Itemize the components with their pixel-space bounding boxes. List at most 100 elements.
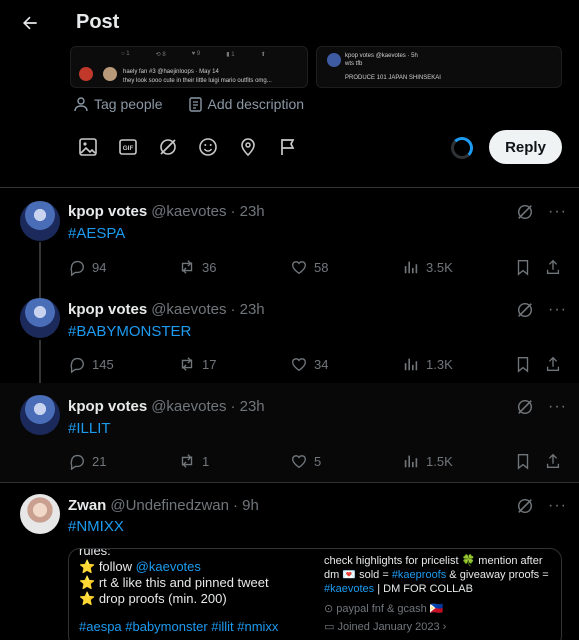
tag-people-button[interactable]: Tag people	[74, 96, 163, 112]
like-count: 58	[314, 259, 329, 275]
gif-icon[interactable]: GIF	[108, 134, 148, 160]
embed-rules: rules: ⭐ follow @kaevotes ⭐ rt & like th…	[79, 549, 319, 635]
comment-icon	[70, 357, 84, 373]
emoji-icon[interactable]	[188, 134, 228, 160]
document-icon	[188, 96, 202, 112]
header-bar: Post	[0, 0, 579, 46]
reply-action[interactable]: 21	[68, 452, 106, 470]
rt-line: rt & like this and pinned tweet	[98, 575, 269, 590]
more-options-icon[interactable]: ···	[548, 203, 567, 221]
like-action[interactable]: 58	[290, 258, 328, 276]
repost-action[interactable]: 1	[178, 452, 209, 470]
image-icon[interactable]	[68, 134, 108, 160]
grok-icon[interactable]	[148, 134, 188, 160]
view-count: 3.5K	[426, 259, 453, 275]
mini-name: haely fan #3	[123, 69, 156, 75]
tweet[interactable]: kpop votes @kaevotes · 23h ··· #BABYMONS…	[0, 286, 579, 383]
share-icon[interactable]	[544, 355, 562, 373]
grok-icon[interactable]	[516, 301, 534, 319]
view-count: 1.3K	[426, 356, 453, 372]
repost-count: 17	[202, 356, 217, 372]
bio-text: | DM FOR COLLAB	[374, 583, 473, 595]
progress-ring	[451, 137, 473, 159]
mini-handle: @haejinloops · May 14	[157, 69, 219, 75]
grok-icon[interactable]	[516, 203, 534, 221]
mini-text: they look sooo cute in their little luig…	[123, 78, 272, 84]
tweet-actions: 145 17 34 1.3K	[68, 355, 562, 375]
bio-hashtag: #kaeproofs	[391, 569, 447, 581]
location-text: paypal fnf & gcash 🇵🇭	[336, 603, 444, 615]
avatar	[79, 67, 93, 81]
timestamp[interactable]: · 23h	[230, 398, 264, 415]
avatar[interactable]	[20, 201, 60, 241]
composer-toolbar: GIF	[68, 134, 308, 160]
tweet[interactable]: kpop votes @kaevotes · 23h ··· #ILLIT 21…	[0, 383, 579, 482]
add-description-button[interactable]: Add description	[188, 96, 304, 112]
author-name[interactable]: kpop votes	[68, 203, 147, 220]
drop-line: drop proofs (min. 200)	[98, 591, 227, 606]
tweet-text[interactable]: #BABYMONSTER	[68, 323, 191, 340]
author-handle[interactable]: @kaevotes	[151, 203, 226, 220]
media-card[interactable]: kpop votes @kaevotes · 5h wts tfb PRODUC…	[316, 46, 562, 88]
follow-handle: @kaevotes	[135, 559, 201, 574]
more-options-icon[interactable]: ···	[548, 497, 567, 515]
grok-icon[interactable]	[516, 497, 534, 515]
media-card[interactable]: ○ 1 ⟲ 8 ♥ 9 ▮ 1 ⬆ haely fan #3 @haejinloops …	[70, 46, 308, 88]
like-action[interactable]: 5	[290, 452, 321, 470]
bookmark-icon[interactable]	[514, 355, 532, 373]
hashtags: #aespa #babymonster #illit #nmixx	[79, 619, 279, 634]
more-options-icon[interactable]: ···	[548, 301, 567, 319]
more-options-icon[interactable]: ···	[548, 398, 567, 416]
timestamp[interactable]: · 23h	[230, 301, 264, 318]
avatar[interactable]	[20, 395, 60, 435]
avatar[interactable]	[20, 494, 60, 534]
repost-icon	[181, 454, 193, 468]
bookmark-icon[interactable]	[514, 452, 532, 470]
view-count: 1.5K	[426, 453, 453, 469]
views-chart-icon	[404, 455, 418, 468]
repost-action[interactable]: 17	[178, 355, 216, 373]
mini-action-icons: ○ 1 ⟲ 8 ♥ 9 ▮ 1 ⬆	[121, 51, 266, 58]
reply-action[interactable]: 145	[68, 355, 114, 373]
views-action[interactable]: 1.3K	[402, 355, 453, 373]
bio-text: & giveaway proofs =	[446, 569, 549, 581]
calendar-icon: ▭	[324, 621, 335, 633]
tweet-text[interactable]: #NMIXX	[68, 518, 124, 535]
flag-icon[interactable]	[268, 134, 308, 160]
views-action[interactable]: 1.5K	[402, 452, 453, 470]
mini-text: PRODUCE 101 JAPAN SHINSEKAI	[345, 75, 441, 81]
share-icon[interactable]	[544, 452, 562, 470]
heart-icon	[292, 261, 306, 275]
grok-icon[interactable]	[516, 398, 534, 416]
tweet-text[interactable]: #ILLIT	[68, 420, 111, 437]
tweet-text[interactable]: #AESPA	[68, 225, 125, 242]
reply-button[interactable]: Reply	[489, 130, 562, 164]
author-name[interactable]: kpop votes	[68, 398, 147, 415]
reply-action[interactable]: 94	[68, 258, 106, 276]
embedded-media[interactable]: rules: ⭐ follow @kaevotes ⭐ rt & like th…	[68, 548, 562, 640]
views-chart-icon	[404, 261, 418, 274]
repost-icon	[181, 260, 193, 274]
repost-count: 1	[202, 453, 210, 469]
author-handle[interactable]: @kaevotes	[151, 301, 226, 318]
back-arrow-icon[interactable]	[20, 13, 40, 33]
like-action[interactable]: 34	[290, 355, 328, 373]
author-name[interactable]: Zwan	[68, 497, 106, 514]
location-pin-icon[interactable]	[228, 134, 268, 160]
bookmark-icon[interactable]	[514, 258, 532, 276]
share-icon[interactable]	[544, 258, 562, 276]
repost-icon	[181, 357, 193, 371]
author-name[interactable]: kpop votes	[68, 301, 147, 318]
views-chart-icon	[404, 358, 418, 371]
heart-icon	[292, 358, 306, 372]
avatar[interactable]	[20, 298, 60, 338]
author-handle[interactable]: @kaevotes	[151, 398, 226, 415]
repost-action[interactable]: 36	[178, 258, 216, 276]
tweet[interactable]: kpop votes @kaevotes · 23h ··· #AESPA 94…	[0, 188, 579, 286]
author-handle[interactable]: @Undefinedzwan	[110, 497, 229, 514]
reply-count: 94	[92, 259, 107, 275]
timestamp[interactable]: · 23h	[230, 203, 264, 220]
timestamp[interactable]: · 9h	[233, 497, 259, 514]
views-action[interactable]: 3.5K	[402, 258, 453, 276]
bio-hashtag: #kaevotes	[324, 583, 375, 595]
